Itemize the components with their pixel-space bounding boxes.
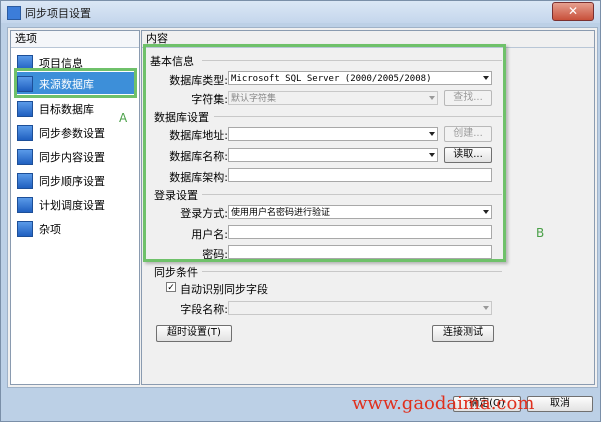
sync-order-icon — [17, 173, 33, 189]
timeout-settings-button[interactable]: 超时设置(T) — [156, 325, 232, 342]
target-db-icon — [17, 101, 33, 117]
nav-item-label: 同步顺序设置 — [39, 175, 105, 188]
nav-item-label: 同步内容设置 — [39, 151, 105, 164]
cancel-button[interactable]: 取消 — [527, 396, 593, 412]
sync-params-icon — [17, 125, 33, 141]
chevron-down-icon — [483, 306, 489, 310]
nav-item-misc[interactable]: 杂项 — [15, 217, 135, 239]
nav-item-sync-order[interactable]: 同步顺序设置 — [15, 169, 135, 191]
app-icon — [7, 6, 21, 20]
nav-item-label: 目标数据库 — [39, 103, 94, 116]
field-name-label: 字段名称: — [180, 303, 228, 316]
sync-content-icon — [17, 149, 33, 165]
nav-item-label: 同步参数设置 — [39, 127, 105, 140]
nav-item-schedule[interactable]: 计划调度设置 — [15, 193, 135, 215]
content-highlight-box — [143, 44, 506, 262]
section-sync-condition: 同步条件 — [154, 266, 198, 279]
window-title: 同步项目设置 — [25, 7, 91, 20]
nav-item-label: 计划调度设置 — [39, 199, 105, 212]
close-button[interactable]: ✕ — [552, 2, 594, 21]
selection-highlight-box — [14, 68, 137, 98]
field-name-select[interactable] — [228, 301, 492, 315]
options-panel: 选项 项目信息 来源数据库 目标数据库 A 同步参数设置 同步内容设置 同步顺序… — [10, 30, 140, 385]
connection-test-button[interactable]: 连接测试 — [432, 325, 494, 342]
nav-item-sync-params[interactable]: 同步参数设置 — [15, 121, 135, 143]
annotation-b: B — [536, 226, 545, 240]
title-bar[interactable]: 同步项目设置 ✕ — [1, 1, 600, 23]
auto-detect-label: 自动识别同步字段 — [180, 283, 268, 296]
nav-item-label: 杂项 — [39, 223, 61, 236]
auto-detect-checkbox[interactable]: ✓ — [166, 282, 176, 293]
nav-item-target-db[interactable]: 目标数据库 — [15, 97, 135, 119]
watermark-text: www.gaodaima.com — [352, 393, 535, 414]
section-divider — [202, 271, 502, 272]
options-panel-header: 选项 — [11, 31, 139, 48]
misc-icon — [17, 221, 33, 237]
nav-item-sync-content[interactable]: 同步内容设置 — [15, 145, 135, 167]
schedule-icon — [17, 197, 33, 213]
close-icon: ✕ — [567, 4, 579, 18]
